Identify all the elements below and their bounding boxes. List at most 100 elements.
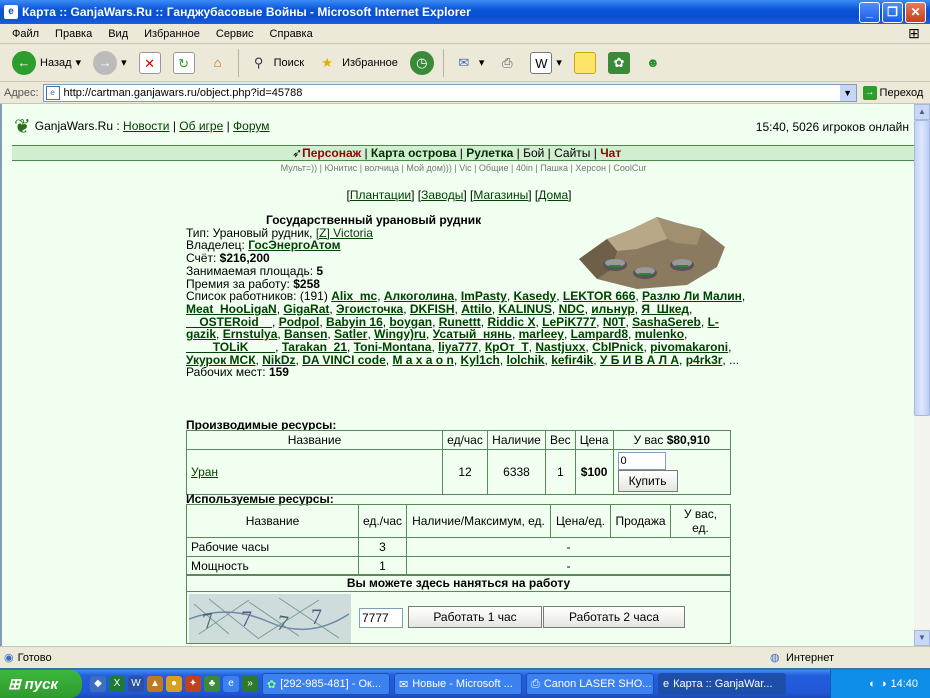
history-button[interactable]: ◷	[404, 47, 440, 79]
nav-island-map[interactable]: Карта острова	[371, 146, 456, 160]
object-category-links: [Плантации] [Заводы] [Магазины] [Дома]	[346, 188, 572, 202]
about-link[interactable]: Об игре	[179, 119, 223, 133]
search-button[interactable]: ⚲ Поиск	[242, 47, 310, 79]
worker-link[interactable]: У Б И В А Л А	[600, 353, 679, 367]
quicklaunch-icon[interactable]: »	[242, 676, 258, 692]
scroll-up-icon[interactable]: ▲	[914, 104, 930, 120]
plantations-link[interactable]: Плантации	[350, 188, 411, 202]
favorites-button[interactable]: ★ Избранное	[310, 47, 404, 79]
nav-battle[interactable]: Бой	[523, 146, 544, 160]
vertical-scrollbar[interactable]: ▲ ▼	[914, 104, 930, 646]
worker-link[interactable]: DA VINCI code	[302, 353, 386, 367]
task-outlook[interactable]: ✉ Новые - Microsoft ...	[394, 673, 522, 695]
stop-icon: ✕	[138, 51, 161, 74]
table-row: Рабочие часы 3 -	[186, 537, 731, 557]
print-button[interactable]: ⎙	[490, 47, 524, 79]
stop-button[interactable]: ✕	[133, 47, 167, 79]
menu-bar: Файл Правка Вид Избранное Сервис Справка	[0, 24, 930, 44]
task-icq[interactable]: ✿ [292-985-481] - Ок...	[262, 673, 390, 695]
nav-character[interactable]: Персонаж	[302, 146, 361, 160]
excel-icon[interactable]: X	[109, 676, 125, 692]
start-button[interactable]: ⊞ пуск	[0, 670, 82, 698]
forward-button[interactable]: → ▾	[87, 47, 133, 79]
worker-link[interactable]: p4rk3r	[686, 353, 723, 367]
home-button[interactable]: ⌂	[201, 47, 235, 79]
nav-chat[interactable]: Чат	[600, 146, 621, 160]
tray-icon[interactable]: ◑	[880, 678, 887, 690]
address-dropdown-icon[interactable]: ▼	[839, 84, 856, 101]
icq-button[interactable]: ✿	[602, 47, 636, 79]
produced-table: Название ед/час Наличие Вес Цена У вас $…	[186, 430, 732, 495]
back-button[interactable]: ← Назад ▾	[6, 47, 87, 79]
job-title: Вы можете здесь наняться на работу	[187, 575, 730, 592]
factories-link[interactable]: Заводы	[421, 188, 463, 202]
menu-view[interactable]: Вид	[100, 28, 136, 40]
leaf-logo-icon: ❦	[14, 115, 31, 138]
col-stock: Наличие	[487, 430, 546, 450]
quicklaunch-icon[interactable]: ●	[166, 676, 182, 692]
menu-tools[interactable]: Сервис	[208, 28, 262, 40]
printer-icon: ⎙	[531, 677, 540, 690]
scroll-down-icon[interactable]: ▼	[914, 630, 930, 646]
quicklaunch-icon[interactable]: ♣	[204, 676, 220, 692]
menu-favorites[interactable]: Избранное	[136, 28, 208, 40]
notes-button[interactable]	[568, 47, 602, 79]
quicklaunch-icon[interactable]: ▲	[147, 676, 163, 692]
work-1-hour-button[interactable]: Работать 1 час	[408, 606, 542, 628]
resource-uranium-link[interactable]: Уран	[191, 465, 218, 479]
worker-link[interactable]: lolchik	[507, 353, 545, 367]
shops-link[interactable]: Магазины	[473, 188, 528, 202]
system-tray: ◐ ◑ 14:40	[830, 670, 930, 698]
maximize-button[interactable]: ❐	[882, 2, 903, 23]
search-icon: ⚲	[253, 54, 264, 70]
worker-link[interactable]: М а х а о n	[392, 353, 453, 367]
buy-button[interactable]: Купить	[617, 470, 678, 492]
captcha-image: 7 7 7 7	[189, 594, 351, 643]
buy-quantity-input[interactable]	[617, 452, 666, 470]
toolbar: ← Назад ▾ → ▾ ✕ ↻ ⌂ ⚲ Поиск ★ Избранное ◷ ✉…	[0, 44, 930, 82]
edit-button[interactable]: W ▾	[524, 47, 568, 79]
nav-sites[interactable]: Сайты	[554, 146, 590, 160]
col-price: Цена	[574, 430, 614, 450]
note-icon	[573, 51, 596, 74]
status-text: Готово	[17, 651, 52, 664]
ie-icon: e	[4, 5, 18, 19]
uranium-mine-image	[579, 217, 725, 289]
word-icon[interactable]: W	[128, 676, 144, 692]
task-printer[interactable]: ⎙ Canon LASER SHO...	[526, 673, 654, 695]
windows-flag-icon: ⊞	[8, 676, 21, 693]
task-ie[interactable]: e Карта :: GanjaWar...	[658, 673, 786, 695]
worker-link[interactable]: kefir4ik	[551, 353, 593, 367]
news-link[interactable]: Новости	[123, 119, 169, 133]
scroll-thumb[interactable]	[914, 120, 930, 416]
sub-nav[interactable]: Мульт=)) | Юнитис | волчица | Мой дом)))…	[12, 163, 914, 173]
go-button[interactable]: → Переход	[862, 85, 923, 100]
mail-icon: ✉	[399, 678, 409, 691]
messenger-button[interactable]: ☻	[636, 47, 670, 79]
minimize-button[interactable]: _	[859, 2, 880, 23]
address-input[interactable]: e http://cartman.ganjawars.ru/object.php…	[42, 83, 857, 102]
workers-list: Список работников: (191) Alix_mc, Алкого…	[186, 289, 746, 367]
menu-file[interactable]: Файл	[4, 28, 47, 40]
menu-edit[interactable]: Правка	[47, 28, 100, 40]
clock: 14:40	[890, 678, 918, 690]
nav-roulette[interactable]: Рулетка	[466, 146, 513, 160]
work-2-hours-button[interactable]: Работать 2 часа	[543, 606, 685, 628]
window-titlebar: e Карта :: GanjaWars.Ru :: Ганджубасовые…	[0, 0, 930, 24]
forum-link[interactable]: Форум	[233, 119, 269, 133]
mail-button[interactable]: ✉ ▾	[447, 47, 491, 79]
window-title: Карта :: GanjaWars.Ru :: Ганджубасовые В…	[22, 5, 471, 19]
ie-icon[interactable]: e	[223, 676, 239, 692]
worker-link[interactable]: Kyl1ch	[460, 353, 499, 367]
quicklaunch-icon[interactable]: ✦	[185, 676, 201, 692]
menu-help[interactable]: Справка	[262, 28, 321, 40]
close-button[interactable]: ✕	[905, 2, 926, 23]
quicklaunch-icon[interactable]: ◆	[90, 676, 106, 692]
ie-icon: e	[663, 678, 670, 690]
houses-link[interactable]: Дома	[538, 188, 568, 202]
refresh-button[interactable]: ↻	[167, 47, 201, 79]
col-you-have: У вас $80,910	[612, 430, 732, 450]
captcha-code-input[interactable]	[359, 608, 403, 628]
back-arrow-icon: ←	[12, 50, 36, 75]
tray-icon[interactable]: ◐	[869, 678, 876, 690]
